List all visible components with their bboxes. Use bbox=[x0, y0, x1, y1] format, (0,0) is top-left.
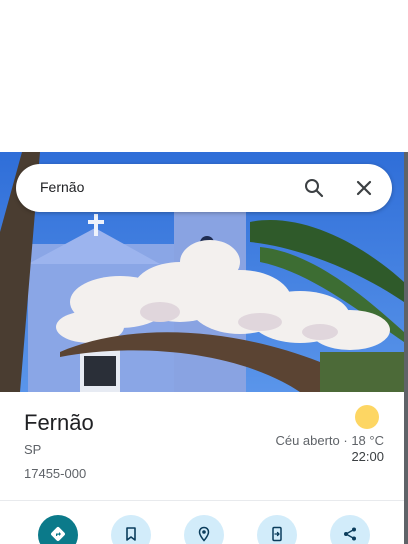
search-icon[interactable] bbox=[302, 176, 326, 200]
place-title: Fernão bbox=[24, 410, 94, 435]
directions-icon bbox=[51, 527, 65, 541]
sun-icon bbox=[355, 405, 379, 429]
send-to-device-button[interactable] bbox=[257, 515, 297, 544]
close-icon[interactable] bbox=[352, 176, 376, 200]
explore-icon bbox=[198, 526, 210, 542]
search-bar[interactable]: Fernão bbox=[16, 164, 392, 212]
bookmark-icon bbox=[126, 527, 136, 541]
save-button[interactable] bbox=[111, 515, 151, 544]
directions-button[interactable] bbox=[38, 515, 78, 544]
send-to-device-icon bbox=[272, 526, 282, 542]
share-icon bbox=[344, 527, 356, 541]
weather-condition: Céu aberto · 18 °C bbox=[275, 433, 384, 448]
map-blank-area bbox=[0, 0, 408, 152]
share-button[interactable] bbox=[330, 515, 370, 544]
weather-time: 22:00 bbox=[351, 449, 384, 464]
scrollbar[interactable] bbox=[404, 152, 408, 544]
place-state: SP bbox=[24, 442, 42, 457]
action-bar bbox=[0, 501, 404, 544]
place-info-panel: Fernão SP 17455-000 Céu aberto · 18 °C 2… bbox=[0, 392, 404, 500]
search-input[interactable]: Fernão bbox=[40, 179, 84, 195]
place-postal-code: 17455-000 bbox=[24, 466, 87, 481]
explore-button[interactable] bbox=[184, 515, 224, 544]
